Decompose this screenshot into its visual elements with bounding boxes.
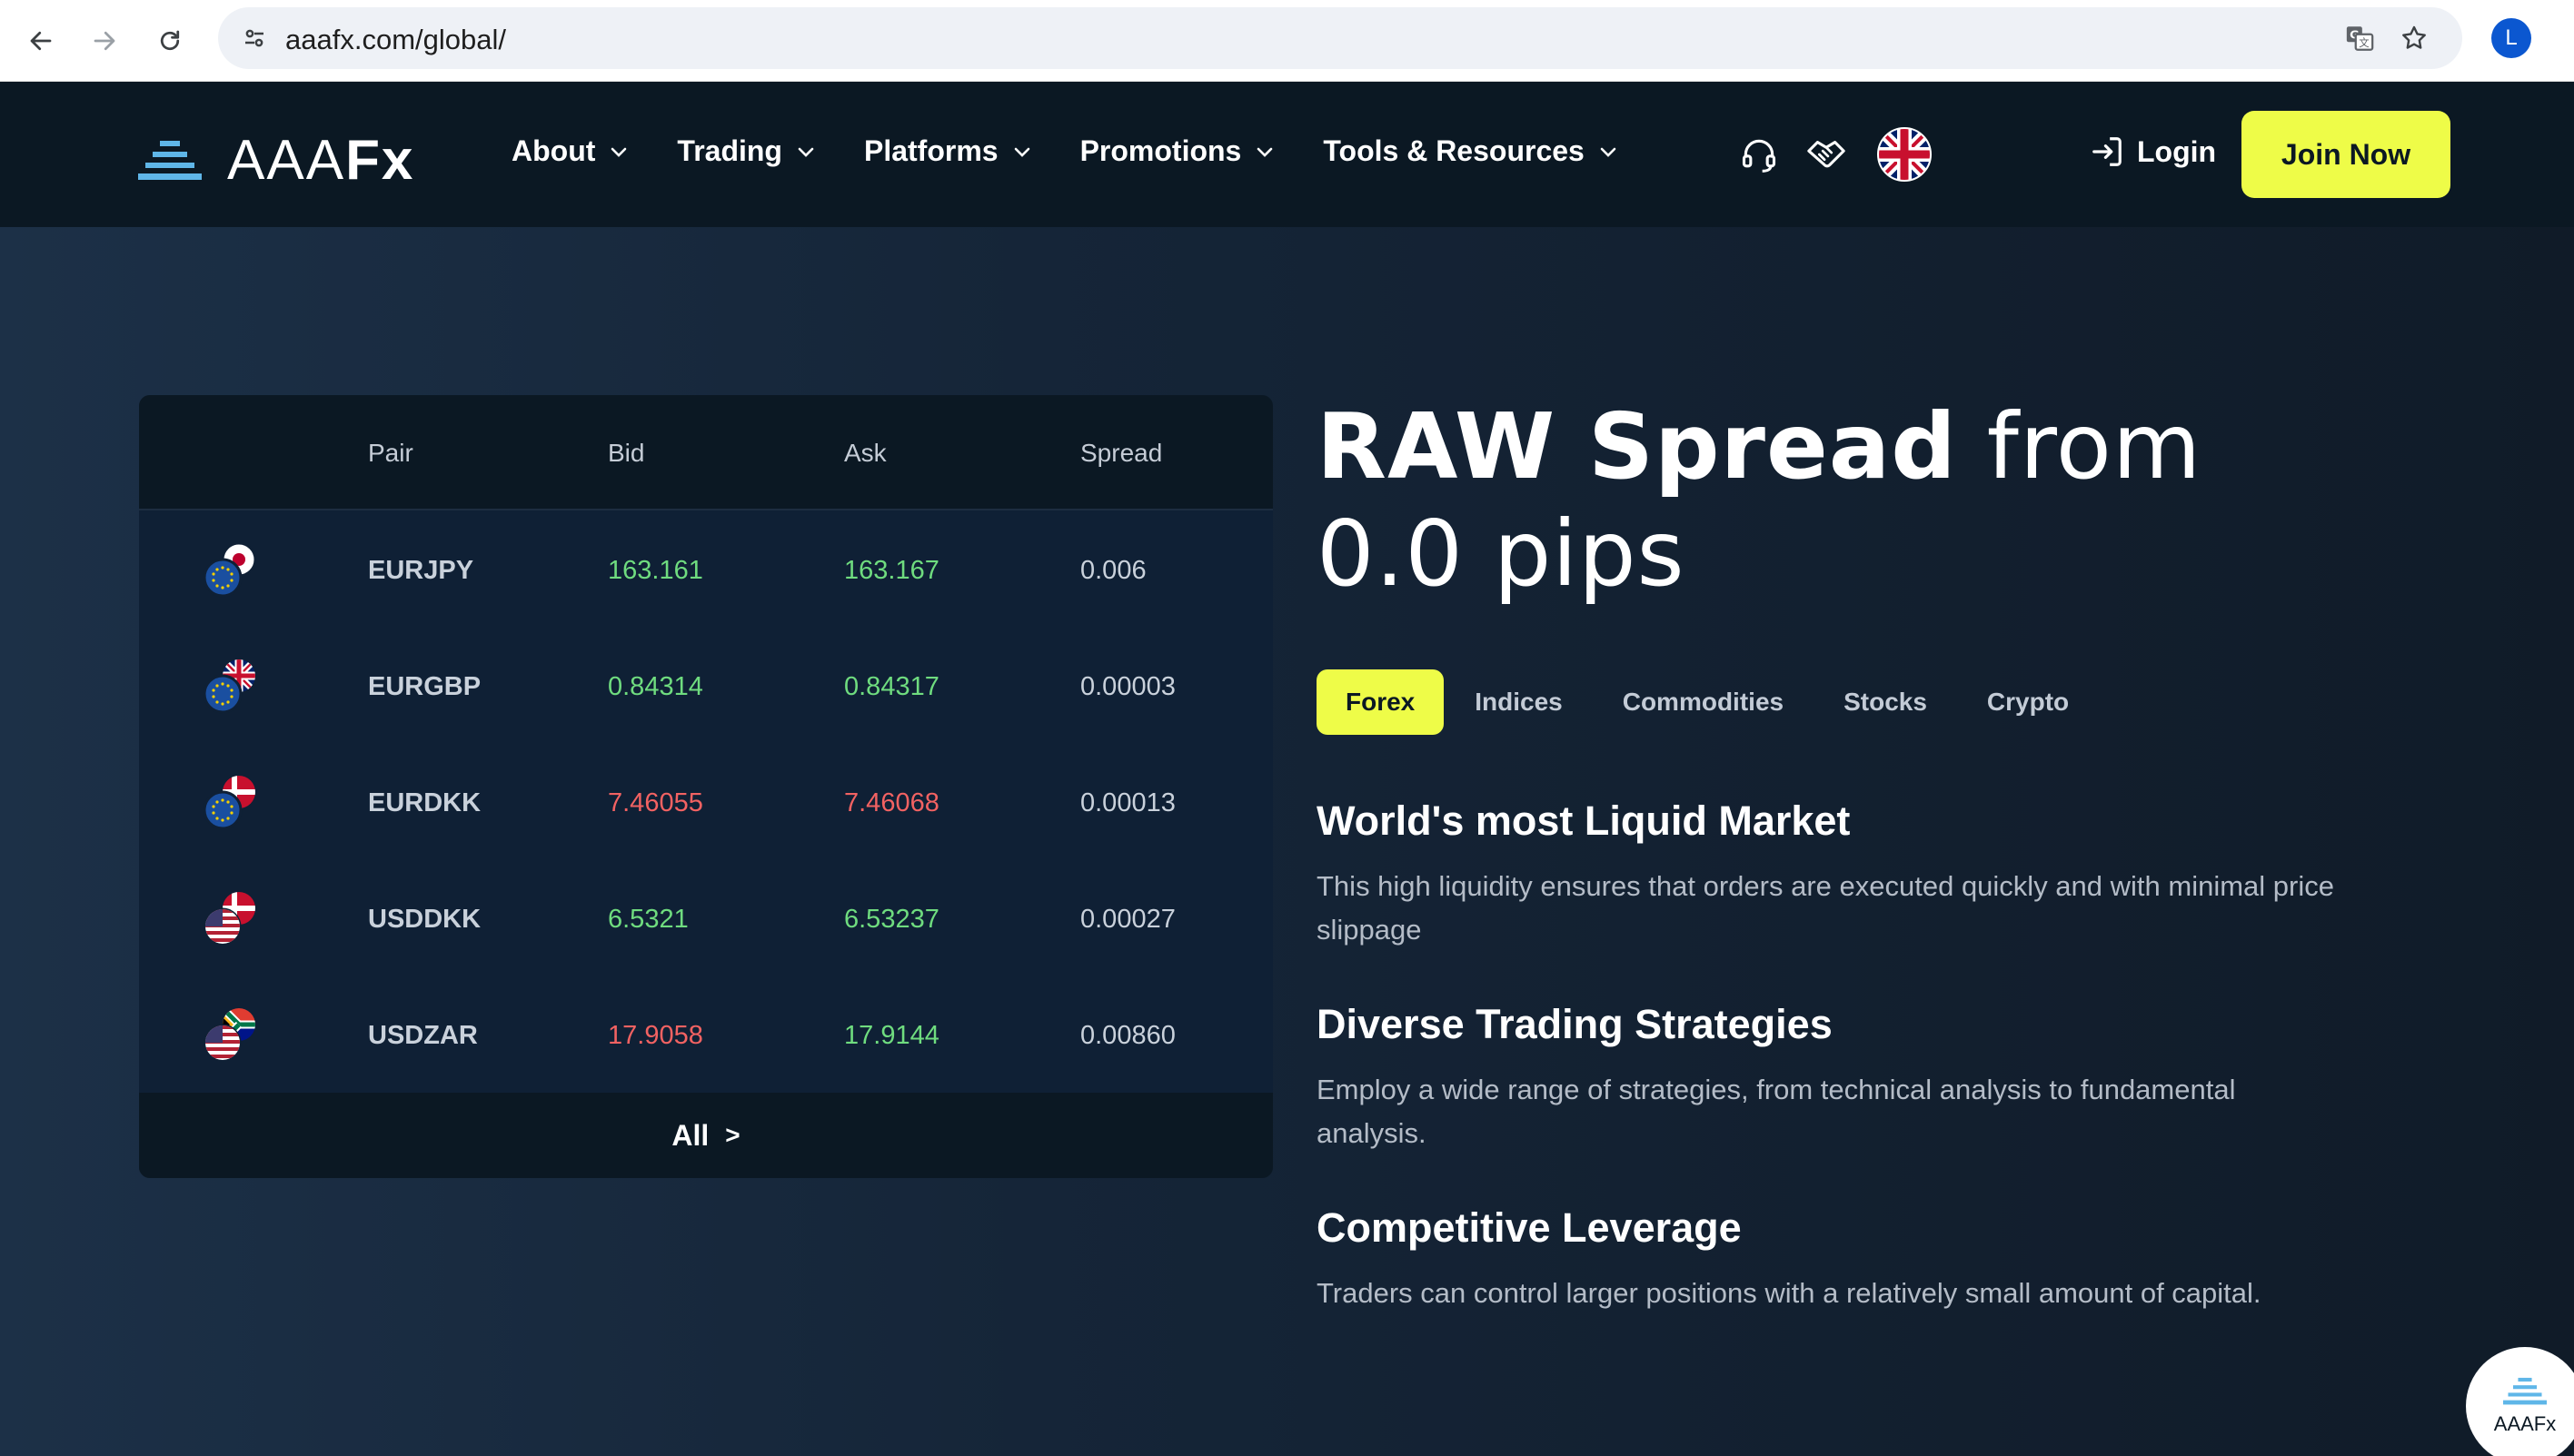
ask-value: 17.9144 (844, 1021, 939, 1050)
translate-icon: G文 (2346, 26, 2374, 51)
feature-text: Employ a wide range of strategies, from … (1317, 1074, 2236, 1149)
flag-us-dk-icon (204, 892, 255, 946)
pair-name: USDZAR (368, 1021, 478, 1050)
url-text[interactable]: aaafx.com/global/ (285, 24, 506, 56)
site-settings-icon (245, 29, 263, 47)
spread-value: 0.00013 (1080, 788, 1176, 817)
flag-eu-gb-icon (203, 659, 255, 714)
pair-name: USDDKK (368, 905, 482, 934)
bid-value: 163.161 (608, 556, 703, 585)
logo-stack-icon (2503, 1377, 2547, 1405)
feature-title: Diverse Trading Strategies (1317, 1001, 1833, 1047)
chevron-down-icon (1257, 147, 1273, 157)
nav-trading[interactable]: Trading (677, 134, 817, 168)
login-link[interactable]: Login (2090, 134, 2216, 169)
translate-button[interactable]: G文 (2340, 18, 2380, 58)
address-bar[interactable]: aaafx.com/global/ G文 (218, 7, 2462, 69)
bid-value: 6.5321 (608, 905, 689, 934)
feature-competitive-leverage: Competitive Leverage Traders can control… (1317, 1204, 2352, 1315)
chevron-down-icon (798, 147, 814, 157)
chevron-right-icon: > (725, 1121, 740, 1149)
market-tabs: Forex Indices Commodities Stocks Crypto (1317, 669, 2100, 735)
main-nav: About Trading Platforms Promotions Tools… (512, 134, 1666, 168)
table-header: Pair Bid Ask Spread (139, 395, 1273, 510)
bid-value: 7.46055 (608, 788, 703, 817)
forward-button[interactable] (84, 20, 125, 62)
hero-headline: RAW Spread from 0.0 pips (1317, 393, 2202, 607)
nav-platforms[interactable]: Platforms (864, 134, 1033, 168)
tab-stocks[interactable]: Stocks (1814, 669, 1956, 735)
bookmark-button[interactable] (2394, 18, 2434, 58)
back-arrow-icon (30, 31, 52, 51)
profile-avatar[interactable]: L (2491, 18, 2531, 58)
price-table: Pair Bid Ask Spread EURJPY 163.161 163.1… (139, 395, 1273, 1178)
hero-section: Pair Bid Ask Spread EURJPY 163.161 163.1… (0, 227, 2574, 1456)
pair-name: EURGBP (368, 672, 482, 701)
tab-indices[interactable]: Indices (1446, 669, 1591, 735)
nav-tools-resources[interactable]: Tools & Resources (1323, 134, 1618, 168)
reload-icon (160, 30, 180, 51)
feature-title: World's most Liquid Market (1317, 797, 1851, 844)
login-icon (2092, 137, 2122, 166)
view-all-link[interactable]: All > (139, 1093, 1273, 1178)
feature-trading-strategies: Diverse Trading Strategies Employ a wide… (1317, 1001, 2352, 1155)
logo-text: AAAFx (227, 129, 415, 192)
flag-eu-dk-icon (203, 776, 255, 830)
table-row[interactable]: EURGBP 0.84314 0.84317 0.00003 (139, 627, 1273, 743)
tab-commodities[interactable]: Commodities (1594, 669, 1813, 735)
svg-text:文: 文 (2359, 36, 2369, 49)
feature-title: Competitive Leverage (1317, 1204, 1742, 1251)
forward-arrow-icon (94, 31, 115, 51)
col-ask: Ask (844, 439, 887, 467)
spread-value: 0.00003 (1080, 672, 1176, 701)
ask-value: 6.53237 (844, 905, 939, 934)
feature-text: This high liquidity ensures that orders … (1317, 870, 2334, 946)
bid-value: 0.84314 (608, 672, 703, 701)
ask-value: 0.84317 (844, 672, 939, 701)
ask-value: 163.167 (844, 556, 939, 585)
nav-about[interactable]: About (512, 134, 630, 168)
table-row[interactable]: EURJPY 163.161 163.167 0.006 (139, 510, 1273, 627)
chevron-down-icon (1600, 147, 1616, 157)
table-row[interactable]: USDDKK 6.5321 6.53237 0.00027 (139, 859, 1273, 976)
handshake-icon (1807, 141, 1845, 168)
col-bid: Bid (608, 439, 645, 467)
site-header: AAAFx About Trading Platforms Promotions… (0, 82, 2574, 227)
pair-name: EURJPY (368, 556, 474, 585)
feature-text: Traders can control larger positions wit… (1317, 1277, 2261, 1309)
back-button[interactable] (20, 20, 62, 62)
table-row[interactable]: USDZAR 17.9058 17.9144 0.00860 (139, 976, 1273, 1092)
language-selector[interactable] (1877, 127, 1932, 182)
headset-icon (1742, 139, 1776, 173)
col-pair: Pair (368, 439, 413, 467)
col-spread: Spread (1080, 439, 1163, 467)
spread-value: 0.00027 (1080, 905, 1176, 934)
partners-button[interactable] (1799, 127, 1853, 182)
spread-value: 0.00860 (1080, 1021, 1176, 1050)
support-button[interactable] (1732, 127, 1786, 182)
tab-forex[interactable]: Forex (1317, 669, 1445, 735)
nav-promotions[interactable]: Promotions (1080, 134, 1277, 168)
browser-toolbar: aaafx.com/global/ G文 L (0, 0, 2574, 82)
table-row[interactable]: EURDKK 7.46055 7.46068 0.00013 (139, 743, 1273, 859)
pair-name: EURDKK (368, 788, 482, 817)
flag-us-za-icon (204, 1008, 255, 1062)
join-now-button[interactable]: Join Now (2241, 111, 2450, 198)
logo[interactable]: AAAFx (138, 133, 414, 189)
logo-stack-icon (138, 141, 202, 180)
reload-button[interactable] (149, 20, 191, 62)
bid-value: 17.9058 (608, 1021, 703, 1050)
ask-value: 7.46068 (844, 788, 939, 817)
chevron-down-icon (1014, 147, 1029, 157)
uk-flag-icon (1877, 127, 1932, 182)
chevron-down-icon (611, 147, 627, 157)
tab-crypto[interactable]: Crypto (1958, 669, 2098, 735)
chat-widget-label: AAAFx (2493, 1412, 2557, 1435)
site-settings-button[interactable] (234, 18, 274, 58)
flag-eu-jp-icon (203, 541, 257, 598)
bookmark-star-icon (2402, 25, 2426, 49)
spread-value: 0.006 (1080, 556, 1147, 585)
feature-liquid-market: World's most Liquid Market This high liq… (1317, 797, 2352, 952)
